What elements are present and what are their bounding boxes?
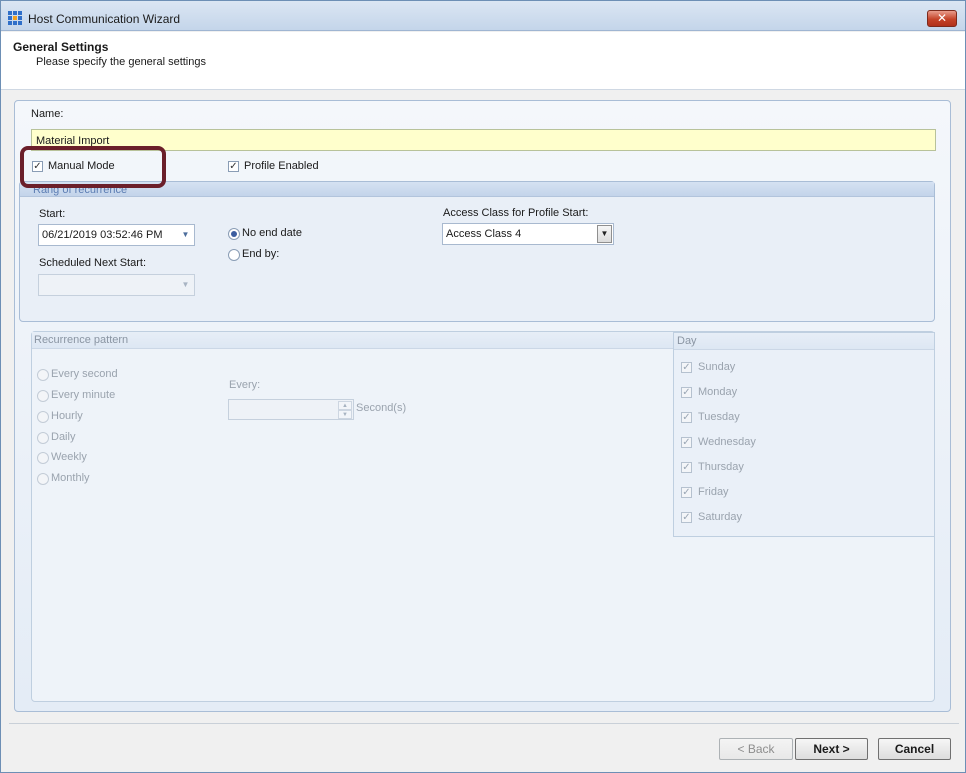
name-input[interactable]: Material Import [31,129,936,151]
day-panel-title: Day [677,335,697,347]
hourly-radio [37,411,49,423]
every-spinner: ▲ ▼ [228,399,354,420]
tuesday-checkbox: ✓ [681,412,692,423]
start-date-value: 06/21/2019 03:52:46 PM [42,229,163,241]
title-bar[interactable]: Host Communication Wizard ✕ [1,1,965,31]
thursday-checkbox: ✓ [681,462,692,473]
weekly-label: Weekly [51,451,87,463]
monday-checkbox: ✓ [681,387,692,398]
every-label: Every: [229,379,261,391]
every-minute-radio [37,390,49,402]
pattern-panel-title: Recurrence pattern [34,334,129,346]
no-end-date-radio[interactable] [228,228,240,240]
range-of-recurrence-panel: Rang of recurrence Start: 06/21/2019 03:… [19,181,935,322]
weekly-radio [37,452,49,464]
wednesday-label: Wednesday [698,436,756,448]
manual-mode-highlight [20,146,166,188]
wizard-header: General Settings Please specify the gene… [1,32,965,90]
every-second-label: Every second [51,368,118,380]
monthly-radio [37,473,49,485]
window-title: Host Communication Wizard [28,12,181,26]
page-title: General Settings [13,40,109,54]
settings-panel: Name: Material Import ✓ Manual Mode ✓ Pr… [14,100,951,712]
end-by-label: End by: [242,248,280,260]
every-second-radio [37,369,49,381]
seconds-unit-label: Second(s) [356,402,407,414]
monthly-label: Monthly [51,472,90,484]
next-button[interactable]: Next > [795,738,868,760]
chevron-down-icon: ▼ [181,280,190,289]
every-minute-label: Every minute [51,389,116,401]
recurrence-pattern-panel: Recurrence pattern Every second Every mi… [31,331,935,702]
hourly-label: Hourly [51,410,83,422]
sunday-checkbox: ✓ [681,362,692,373]
access-class-label: Access Class for Profile Start: [443,207,589,219]
scheduled-next-start-combo: ▼ [38,274,195,296]
profile-enabled-label: Profile Enabled [244,160,319,172]
start-date-picker[interactable]: 06/21/2019 03:52:46 PM ▼ [38,224,195,246]
profile-enabled-checkbox[interactable]: ✓ [228,161,239,172]
wednesday-checkbox: ✓ [681,437,692,448]
saturday-checkbox: ✓ [681,512,692,523]
back-button[interactable]: < Back [719,738,793,760]
scheduled-next-start-label: Scheduled Next Start: [39,257,147,269]
saturday-label: Saturday [698,511,743,523]
pattern-panel-header: Recurrence pattern [32,332,673,349]
start-label: Start: [39,208,66,220]
daily-radio [37,432,49,444]
dropdown-arrow-icon[interactable]: ▼ [597,225,612,243]
footer-divider [9,723,959,724]
cancel-button[interactable]: Cancel [878,738,951,760]
daily-label: Daily [51,431,76,443]
spin-up-icon: ▲ [338,401,352,410]
monday-label: Monday [698,386,738,398]
spin-down-icon: ▼ [338,410,352,419]
no-end-date-label: No end date [242,227,302,239]
access-class-value: Access Class 4 [446,228,522,240]
friday-checkbox: ✓ [681,487,692,498]
page-subtitle: Please specify the general settings [36,56,206,68]
friday-label: Friday [698,486,729,498]
wizard-window: Host Communication Wizard ✕ General Sett… [0,0,966,773]
chevron-down-icon[interactable]: ▼ [180,228,191,242]
tuesday-label: Tuesday [698,411,740,423]
thursday-label: Thursday [698,461,744,473]
sunday-label: Sunday [698,361,736,373]
close-icon: ✕ [936,11,948,25]
app-grid-icon [8,11,22,25]
name-label: Name: [31,108,64,120]
end-by-radio[interactable] [228,249,240,261]
day-panel-header: Day [674,333,934,350]
access-class-select[interactable]: Access Class 4 ▼ [442,223,614,245]
day-panel: Day ✓ Sunday ✓ Monday ✓ Tuesday ✓ Wednes… [673,332,935,537]
close-button[interactable]: ✕ [927,10,957,27]
